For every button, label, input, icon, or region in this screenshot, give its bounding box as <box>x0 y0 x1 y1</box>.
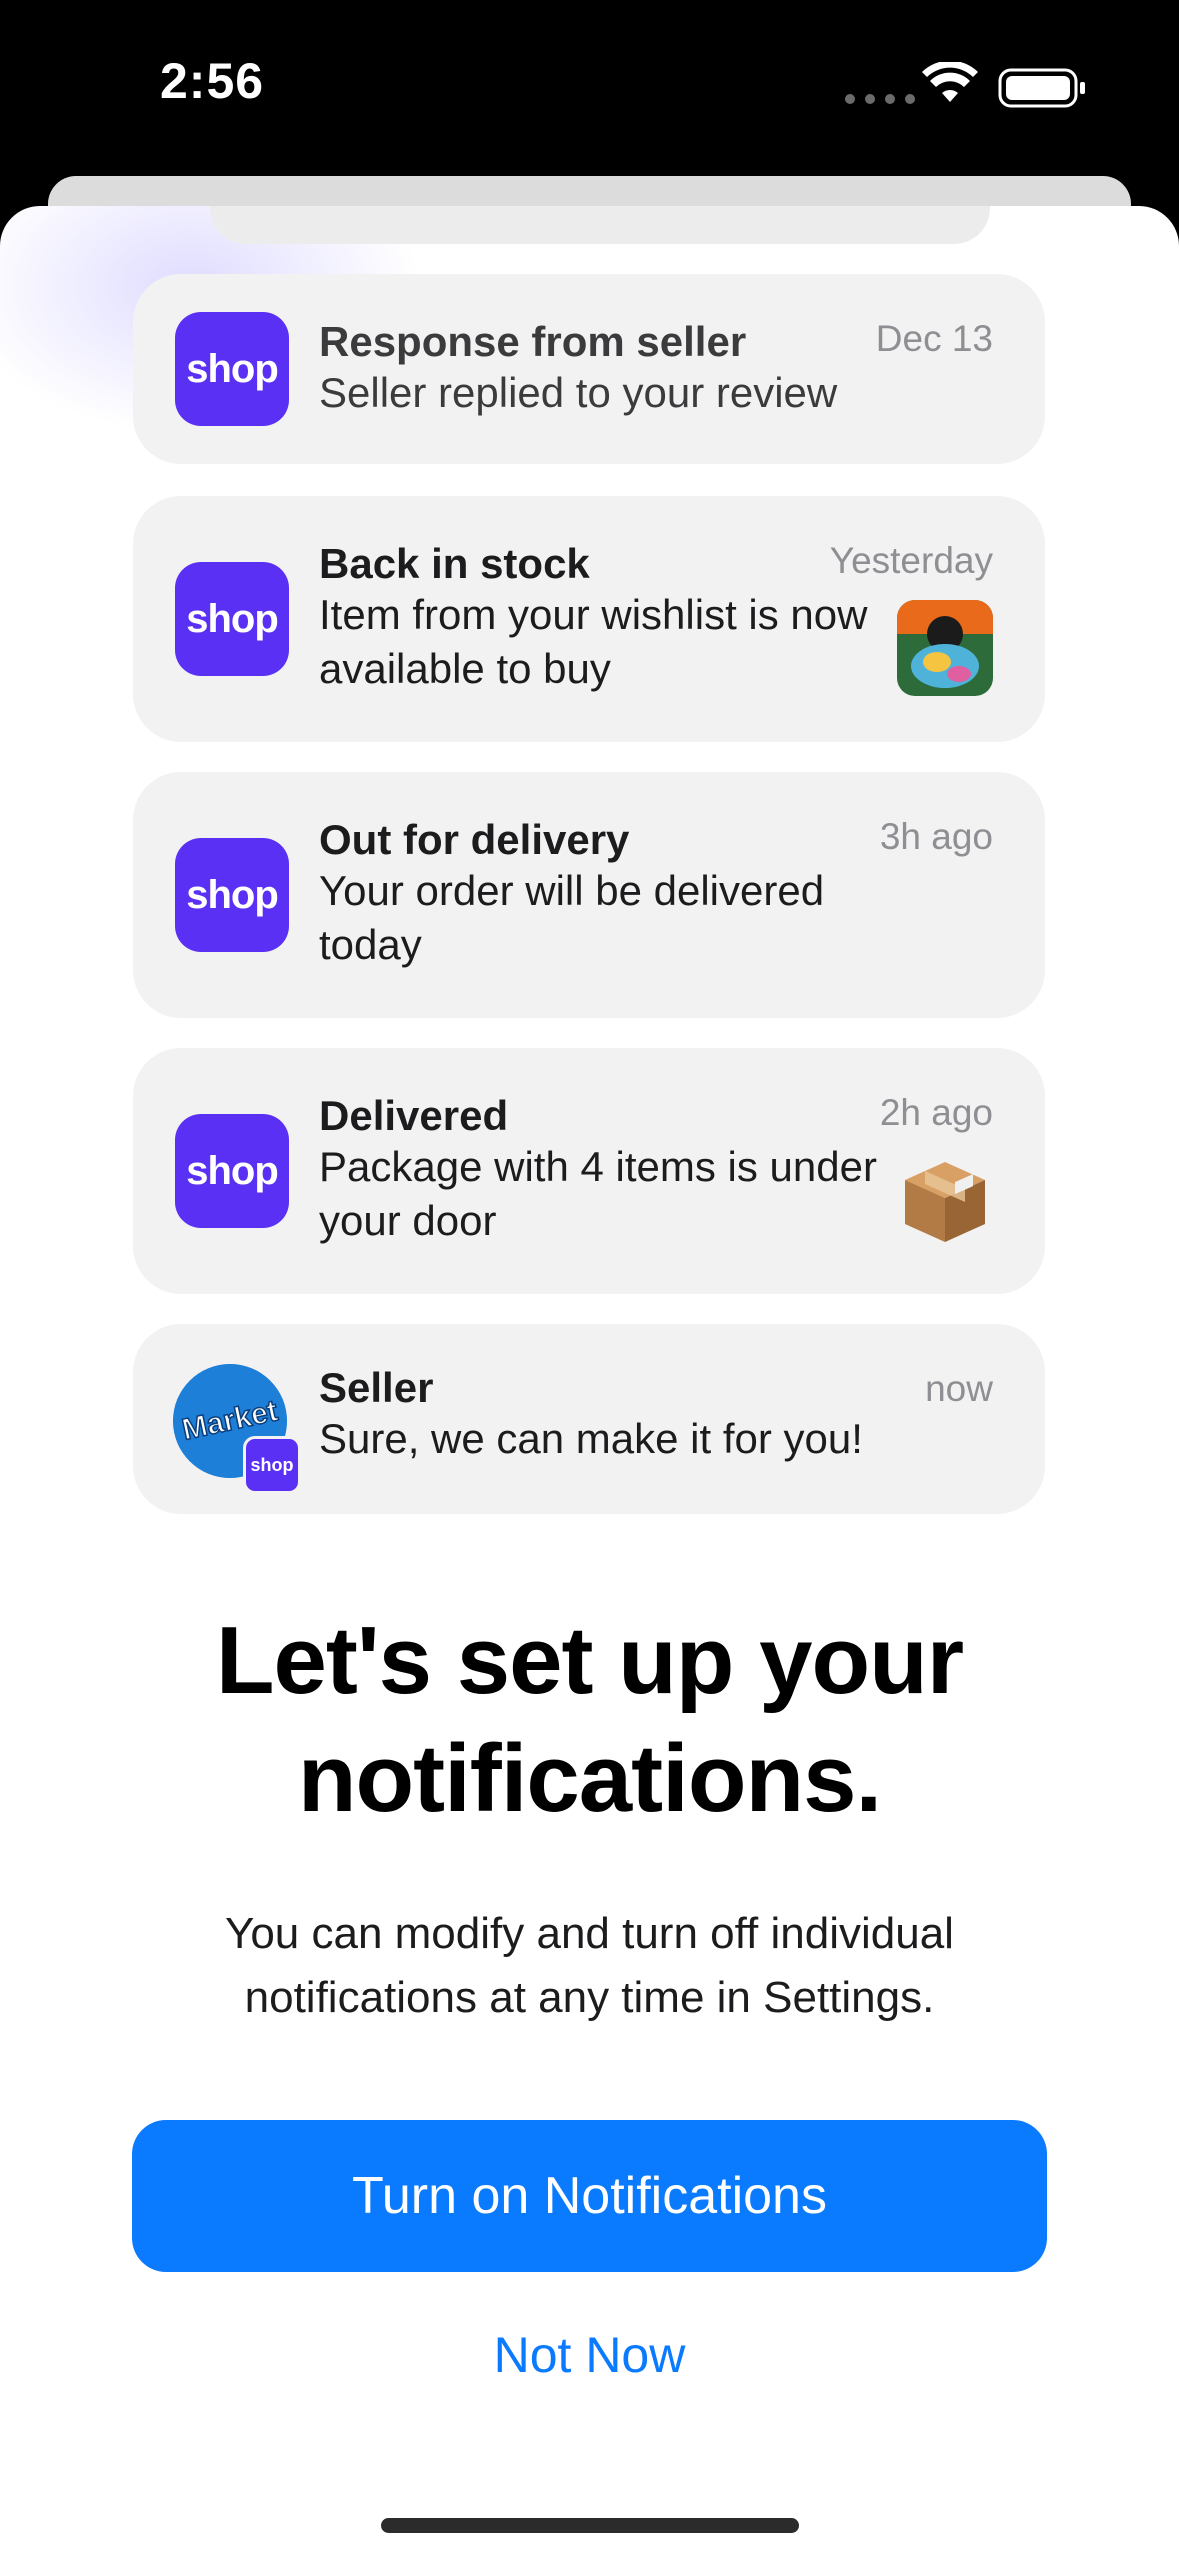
home-indicator[interactable] <box>381 2518 799 2533</box>
notification-body: Item from your wishlist is now available… <box>319 591 868 692</box>
notification-card: shop Delivered Package with 4 items is u… <box>133 1048 1045 1294</box>
notification-body: Seller replied to your review <box>319 369 838 416</box>
notification-time: now <box>925 1368 993 1409</box>
package-box-icon <box>897 1152 993 1248</box>
not-now-button[interactable]: Not Now <box>0 2326 1179 2384</box>
page-title: Let's set up your notifications. <box>215 1607 964 1832</box>
status-time: 2:56 <box>160 53 265 109</box>
notification-card: shop Back in stock Item from your wishli… <box>133 496 1045 742</box>
product-thumbnail <box>897 600 993 696</box>
shop-app-icon: shop <box>175 1114 289 1228</box>
shop-app-icon: shop <box>175 562 289 676</box>
notification-time: Yesterday <box>829 540 993 581</box>
notification-card: Market shop Seller Sure, we can make it … <box>133 1324 1045 1514</box>
notification-title: Response from seller <box>319 318 747 365</box>
notification-title: Seller <box>319 1364 434 1411</box>
notification-body: Package with 4 items is under your door <box>319 1143 877 1244</box>
status-bar: 2:56 <box>0 0 1179 180</box>
battery-icon <box>998 68 1085 108</box>
notification-time: 3h ago <box>879 816 993 857</box>
shop-app-icon: shop <box>175 838 289 952</box>
notification-body: Sure, we can make it for you! <box>319 1415 863 1462</box>
notification-title: Back in stock <box>319 540 590 587</box>
notification-permission-sheet: shop Response from seller Seller replied… <box>0 206 1179 2556</box>
notification-body: Your order will be delivered today <box>319 867 825 968</box>
notification-card: shop Response from seller Seller replied… <box>133 274 1045 464</box>
notification-title: Delivered <box>319 1092 509 1139</box>
notification-card: shop Out for delivery Your order will be… <box>133 772 1045 1018</box>
turn-on-notifications-button[interactable]: Turn on Notifications <box>132 2120 1047 2272</box>
page-subtitle: You can modify and turn off individual n… <box>225 1909 954 2022</box>
stacked-notification-ghost <box>210 206 990 244</box>
notification-time: Dec 13 <box>875 318 993 359</box>
notification-time: 2h ago <box>879 1092 993 1133</box>
shop-app-icon: shop <box>175 312 289 426</box>
wifi-icon <box>922 62 978 102</box>
cellular-signal-icon <box>845 94 915 104</box>
shop-badge-icon: shop <box>243 1436 301 1494</box>
notification-title: Out for delivery <box>319 816 630 863</box>
